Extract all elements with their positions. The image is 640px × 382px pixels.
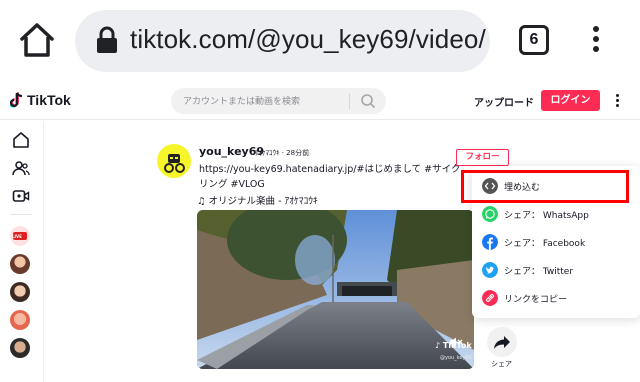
home-nav-icon[interactable] xyxy=(12,131,30,149)
tiktok-watermark-icon: ♪ xyxy=(435,341,441,350)
share-menu-label: シェア： WhatsApp xyxy=(504,211,589,221)
share-menu-item-copy-link[interactable]: リンクをコピー xyxy=(472,284,640,312)
music-title: オリジナル楽曲 - ｱｵｹﾏｺｳｷ xyxy=(208,196,318,207)
suggested-account-avatar[interactable] xyxy=(10,310,30,330)
search-icon[interactable] xyxy=(360,93,376,109)
share-menu-label: シェア： Twitter xyxy=(504,267,574,277)
browser-menu-icon[interactable] xyxy=(586,26,606,56)
video-watermark: ♪ TikTok xyxy=(435,341,472,350)
more-options-icon[interactable] xyxy=(614,94,620,108)
post-description: https://you-key69.hatenadiary.jp/#はじめまして… xyxy=(199,164,461,190)
logo-text: TikTok xyxy=(27,92,71,108)
post-author-avatar[interactable] xyxy=(157,144,191,178)
search-box xyxy=(171,88,386,114)
suggested-account-avatar[interactable] xyxy=(10,282,30,302)
post-nickname-time: ｱｵｹﾏｺｳｷ · 28分前 xyxy=(255,149,310,157)
live-badge: LIVE xyxy=(12,234,22,239)
following-nav-icon[interactable] xyxy=(12,159,30,177)
search-input[interactable] xyxy=(183,88,348,114)
follow-button[interactable]: フォロー xyxy=(456,149,509,166)
share-menu-label: シェア： Facebook xyxy=(504,239,586,249)
share-label: シェア xyxy=(491,360,512,368)
video-watermark-text: TikTok xyxy=(442,341,472,350)
whatsapp-icon xyxy=(482,206,498,222)
link-icon xyxy=(482,290,498,306)
share-menu-item-twitter[interactable]: シェア： Twitter xyxy=(472,256,640,284)
share-button[interactable] xyxy=(487,327,517,357)
share-menu-item-whatsapp[interactable]: シェア： WhatsApp xyxy=(472,200,640,228)
live-nav-icon[interactable] xyxy=(12,187,30,205)
suggested-account-avatar[interactable] xyxy=(10,254,30,274)
share-menu-item-facebook[interactable]: シェア： Facebook xyxy=(472,228,640,256)
facebook-icon xyxy=(482,234,498,250)
url-text[interactable]: tiktok.com/@you_key69/video/ xyxy=(130,24,486,55)
video-watermark-user: @you_key69 xyxy=(440,355,472,361)
share-menu-label: リンクをコピー xyxy=(504,295,568,305)
sidebar-divider xyxy=(10,214,32,215)
post-music[interactable]: ♫ オリジナル楽曲 - ｱｵｹﾏｺｳｷ xyxy=(197,193,318,207)
music-note-icon: ♫ xyxy=(197,196,209,207)
bicycle-icon xyxy=(164,154,185,173)
tiktok-logo[interactable]: TikTok xyxy=(10,92,71,108)
video-frame xyxy=(197,210,474,369)
video-player[interactable] xyxy=(197,210,474,369)
tiktok-note-icon xyxy=(10,92,23,108)
search-divider xyxy=(349,93,350,109)
login-button[interactable]: ログイン xyxy=(541,90,600,111)
lock-icon[interactable] xyxy=(96,26,118,54)
upload-link[interactable]: アップロード xyxy=(474,94,534,109)
suggested-account-avatar[interactable] xyxy=(10,338,30,358)
twitter-icon xyxy=(482,262,498,278)
embed-highlight-box xyxy=(461,170,629,203)
share-arrow-icon xyxy=(494,336,510,349)
home-icon[interactable] xyxy=(18,22,56,58)
tab-switcher-button[interactable]: 6 xyxy=(519,25,549,55)
